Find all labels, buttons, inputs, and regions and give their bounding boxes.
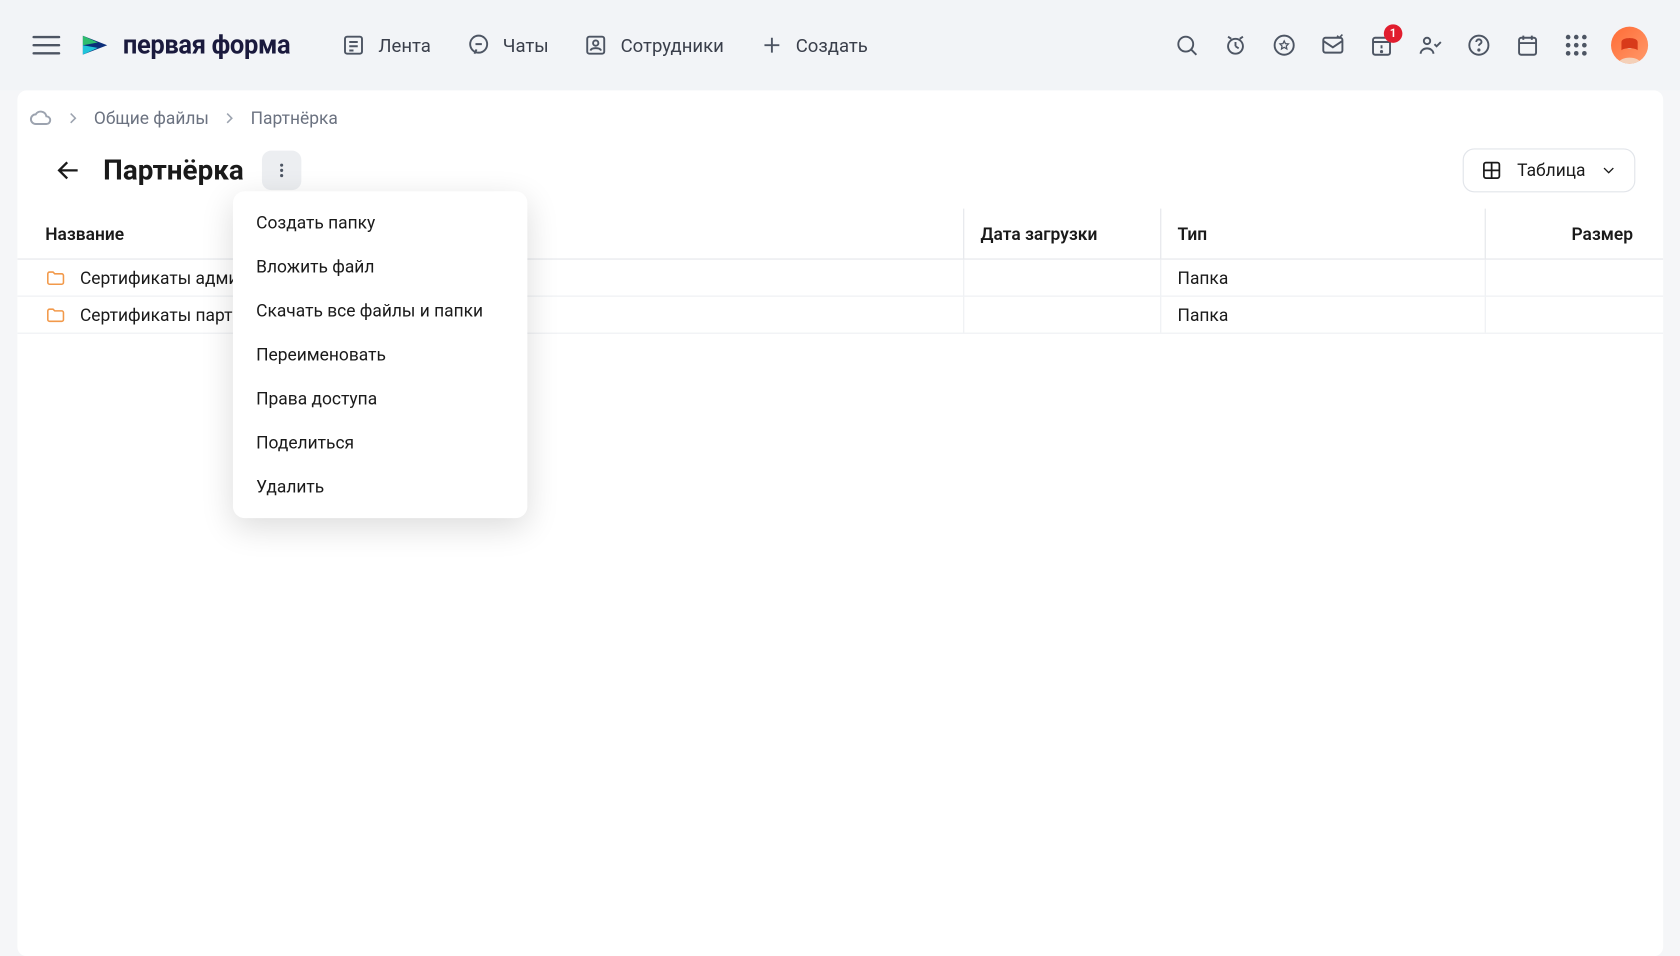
arrow-left-icon [54, 156, 82, 184]
view-mode-label: Таблица [1517, 160, 1585, 181]
nav-create[interactable]: Создать [759, 32, 868, 57]
logo[interactable]: первая форма [79, 29, 290, 61]
chevron-right-icon [221, 109, 240, 128]
row-type: Папка [1160, 260, 1485, 296]
help-button[interactable] [1465, 31, 1493, 59]
apps-grid-icon [1566, 35, 1587, 56]
folder-icon [45, 267, 66, 288]
menu-share[interactable]: Поделиться [233, 421, 527, 465]
main-nav: Лента Чаты Сотрудники Создать [341, 32, 868, 57]
chevron-down-icon [1599, 161, 1618, 180]
context-menu: Создать папку Вложить файл Скачать все ф… [233, 191, 527, 518]
calendar-icon [1515, 32, 1540, 57]
alarm-button[interactable] [1222, 31, 1250, 59]
mail-check-icon [1320, 32, 1345, 57]
chat-icon [466, 32, 491, 57]
row-size [1485, 297, 1636, 333]
topbar-actions: 1 [1173, 27, 1648, 64]
nav-chats[interactable]: Чаты [466, 32, 549, 57]
mail-button[interactable] [1319, 31, 1347, 59]
menu-create-folder[interactable]: Создать папку [233, 201, 527, 245]
top-bar: первая форма Лента Чаты Сотрудники Созда… [0, 0, 1680, 90]
row-size [1485, 260, 1636, 296]
page-title: Партнёрка [103, 154, 244, 186]
menu-delete[interactable]: Удалить [233, 465, 527, 509]
nav-feed-label: Лента [378, 34, 431, 56]
col-header-type[interactable]: Тип [1160, 209, 1485, 259]
logo-icon [79, 29, 111, 61]
employees-icon [583, 32, 608, 57]
back-button[interactable] [52, 154, 84, 186]
table-icon [1480, 159, 1503, 182]
search-button[interactable] [1173, 31, 1201, 59]
col-header-date[interactable]: Дата загрузки [963, 209, 1160, 259]
notification-badge: 1 [1384, 24, 1403, 43]
user-check-icon [1417, 32, 1442, 57]
row-type: Папка [1160, 297, 1485, 333]
menu-attach-file[interactable]: Вложить файл [233, 245, 527, 289]
nav-chats-label: Чаты [503, 34, 549, 56]
nav-employees-label: Сотрудники [621, 34, 724, 56]
user-avatar[interactable] [1611, 27, 1648, 64]
plus-icon [759, 32, 784, 57]
nav-create-label: Создать [796, 34, 868, 56]
nav-employees[interactable]: Сотрудники [583, 32, 723, 57]
cloud-icon[interactable] [29, 107, 52, 130]
breadcrumb-current[interactable]: Партнёрка [251, 108, 338, 129]
view-mode-select[interactable]: Таблица [1463, 148, 1636, 192]
alarm-icon [1223, 32, 1248, 57]
row-date [963, 260, 1160, 296]
approvals-button[interactable] [1416, 31, 1444, 59]
calendar-button[interactable] [1514, 31, 1542, 59]
help-icon [1466, 32, 1491, 57]
apps-button[interactable] [1562, 31, 1590, 59]
star-circle-icon [1271, 32, 1296, 57]
folder-icon [45, 304, 66, 325]
logo-text: первая форма [123, 31, 290, 60]
more-actions-button[interactable] [262, 151, 301, 190]
menu-toggle-button[interactable] [32, 31, 60, 59]
search-icon [1174, 32, 1199, 57]
menu-rename[interactable]: Переименовать [233, 333, 527, 377]
menu-permissions[interactable]: Права доступа [233, 377, 527, 421]
more-vertical-icon [272, 160, 293, 181]
feed-icon [341, 32, 366, 57]
notifications-button[interactable]: 1 [1368, 31, 1396, 59]
chevron-right-icon [64, 109, 83, 128]
favorites-button[interactable] [1270, 31, 1298, 59]
breadcrumb-root[interactable]: Общие файлы [94, 108, 209, 129]
row-date [963, 297, 1160, 333]
nav-feed[interactable]: Лента [341, 32, 431, 57]
avatar-icon [1613, 31, 1645, 63]
menu-download-all[interactable]: Скачать все файлы и папки [233, 289, 527, 333]
breadcrumb: Общие файлы Партнёрка [17, 90, 1663, 132]
col-header-size[interactable]: Размер [1485, 209, 1636, 259]
